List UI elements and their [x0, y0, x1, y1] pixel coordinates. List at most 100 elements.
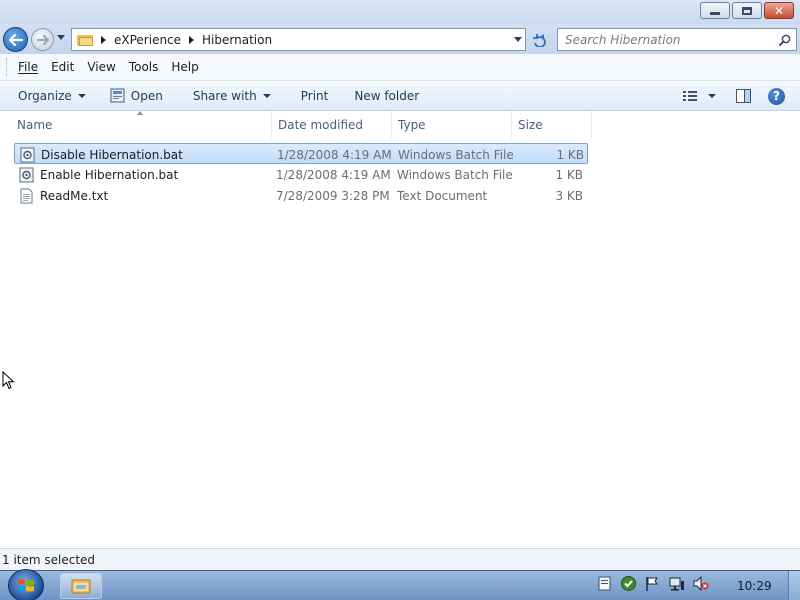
security-shield-icon[interactable] — [620, 575, 637, 592]
breadcrumb-separator-icon[interactable] — [189, 35, 195, 44]
file-name-cell: Disable Hibernation.bat — [20, 144, 183, 165]
menu-file[interactable]: File — [18, 60, 38, 74]
back-button[interactable] — [3, 27, 28, 52]
file-row-readme[interactable]: ReadMe.txt 7/28/2009 3:28 PM Text Docume… — [14, 185, 588, 206]
command-bar: Organize Open Share with Print New folde… — [0, 81, 800, 111]
open-button[interactable]: Open — [102, 84, 171, 108]
menu-help[interactable]: Help — [171, 60, 198, 74]
column-date-modified[interactable]: Date modified — [272, 111, 392, 138]
window-controls: ✕ — [700, 2, 794, 19]
file-row-enable-hibernation[interactable]: Enable Hibernation.bat 1/28/2008 4:19 AM… — [14, 164, 588, 185]
title-bar[interactable]: ✕ — [0, 0, 800, 26]
close-icon: ✕ — [773, 3, 785, 18]
menu-help-label: Help — [171, 60, 199, 74]
windows-logo-icon — [18, 579, 34, 591]
breadcrumb-hibernation[interactable]: Hibernation — [202, 33, 272, 47]
notification-area — [596, 575, 709, 592]
organize-button[interactable]: Organize — [10, 84, 94, 108]
show-desktop-button[interactable] — [788, 571, 800, 600]
file-name: Enable Hibernation.bat — [40, 167, 179, 182]
taskbar-explorer-button[interactable] — [60, 573, 102, 599]
file-date: 1/28/2008 4:19 AM — [276, 167, 391, 182]
menu-edit-label: Edit — [51, 60, 75, 74]
print-label: Print — [300, 88, 329, 103]
back-arrow-icon — [8, 33, 23, 46]
file-date: 1/28/2008 4:19 AM — [277, 147, 392, 162]
change-view-icon[interactable] — [682, 89, 698, 103]
windows-explorer-icon — [71, 579, 91, 594]
status-bar: 1 item selected — [0, 548, 800, 570]
share-with-label: Share with — [192, 88, 257, 103]
menu-view[interactable]: View — [87, 60, 115, 74]
preview-pane-icon[interactable] — [736, 89, 751, 103]
maximize-icon — [742, 6, 752, 15]
column-headers: Name Date modified Type Size — [0, 111, 800, 138]
batch-file-icon — [20, 147, 35, 162]
text-file-icon — [20, 188, 33, 203]
taskbar-clock[interactable]: 10:29 — [737, 579, 772, 593]
minimize-button[interactable] — [700, 2, 730, 19]
menu-tools[interactable]: Tools — [129, 60, 159, 74]
column-type[interactable]: Type — [392, 111, 512, 138]
column-date-label: Date modified — [278, 117, 364, 132]
column-type-label: Type — [398, 117, 426, 132]
print-button[interactable]: Print — [293, 84, 337, 108]
share-with-button[interactable]: Share with — [185, 84, 279, 108]
file-name-cell: ReadMe.txt — [19, 185, 108, 206]
file-name: ReadMe.txt — [40, 188, 109, 203]
menu-edit[interactable]: Edit — [51, 60, 74, 74]
more-views-dropdown-icon[interactable] — [708, 94, 716, 98]
file-row-disable-hibernation[interactable]: Disable Hibernation.bat 1/28/2008 4:19 A… — [14, 143, 588, 164]
open-label: Open — [130, 88, 163, 103]
help-icon[interactable]: ? — [768, 87, 785, 105]
file-size: 3 KB — [555, 188, 583, 203]
close-button[interactable]: ✕ — [764, 2, 794, 19]
new-folder-button[interactable]: New folder — [346, 84, 427, 108]
open-icon — [110, 88, 125, 103]
address-history-dropdown[interactable] — [514, 37, 522, 42]
address-bar[interactable]: eXPerience Hibernation — [71, 28, 526, 51]
file-type: Windows Batch File — [398, 147, 514, 162]
action-center-flag-icon[interactable] — [644, 575, 661, 592]
file-name-cell: Enable Hibernation.bat — [19, 164, 178, 185]
forward-arrow-icon — [36, 34, 49, 45]
organize-label: Organize — [18, 88, 72, 103]
document-tray-icon[interactable] — [596, 575, 613, 592]
column-name-label: Name — [17, 117, 53, 132]
taskbar: 10:29 — [0, 569, 800, 600]
menu-tools-label: Tools — [128, 60, 159, 74]
menu-bar: File Edit View Tools Help — [0, 54, 800, 81]
recent-pages-dropdown[interactable] — [57, 35, 65, 40]
file-date: 7/28/2009 3:28 PM — [276, 188, 390, 203]
volume-muted-icon[interactable] — [692, 575, 709, 592]
start-button[interactable] — [8, 569, 44, 600]
file-name: Disable Hibernation.bat — [41, 147, 183, 162]
search-box[interactable] — [557, 28, 797, 51]
menu-file-label: File — [18, 60, 39, 74]
breadcrumb-experience[interactable]: eXPerience — [114, 33, 181, 47]
refresh-icon — [533, 33, 546, 47]
mouse-pointer-icon — [2, 371, 15, 390]
view-controls: ? — [682, 81, 800, 111]
chevron-down-icon — [262, 93, 271, 98]
chevron-down-icon — [77, 93, 86, 98]
menu-view-label: View — [87, 60, 116, 74]
file-size: 1 KB — [555, 167, 583, 182]
search-icon[interactable] — [779, 34, 791, 46]
network-icon[interactable] — [668, 575, 685, 592]
file-type: Text Document — [397, 188, 488, 203]
address-row: eXPerience Hibernation — [0, 24, 800, 54]
column-name[interactable]: Name — [11, 111, 272, 138]
batch-file-icon — [19, 167, 34, 182]
folder-icon — [77, 34, 93, 46]
search-input[interactable] — [558, 29, 768, 50]
column-size-label: Size — [518, 117, 543, 132]
refresh-button[interactable] — [528, 29, 550, 50]
breadcrumb-separator-icon[interactable] — [101, 35, 106, 44]
column-size[interactable]: Size — [512, 111, 592, 138]
new-folder-label: New folder — [354, 88, 420, 103]
maximize-button[interactable] — [732, 2, 762, 19]
minimize-icon — [710, 12, 720, 15]
file-size: 1 KB — [556, 147, 584, 162]
forward-button[interactable] — [31, 28, 54, 51]
